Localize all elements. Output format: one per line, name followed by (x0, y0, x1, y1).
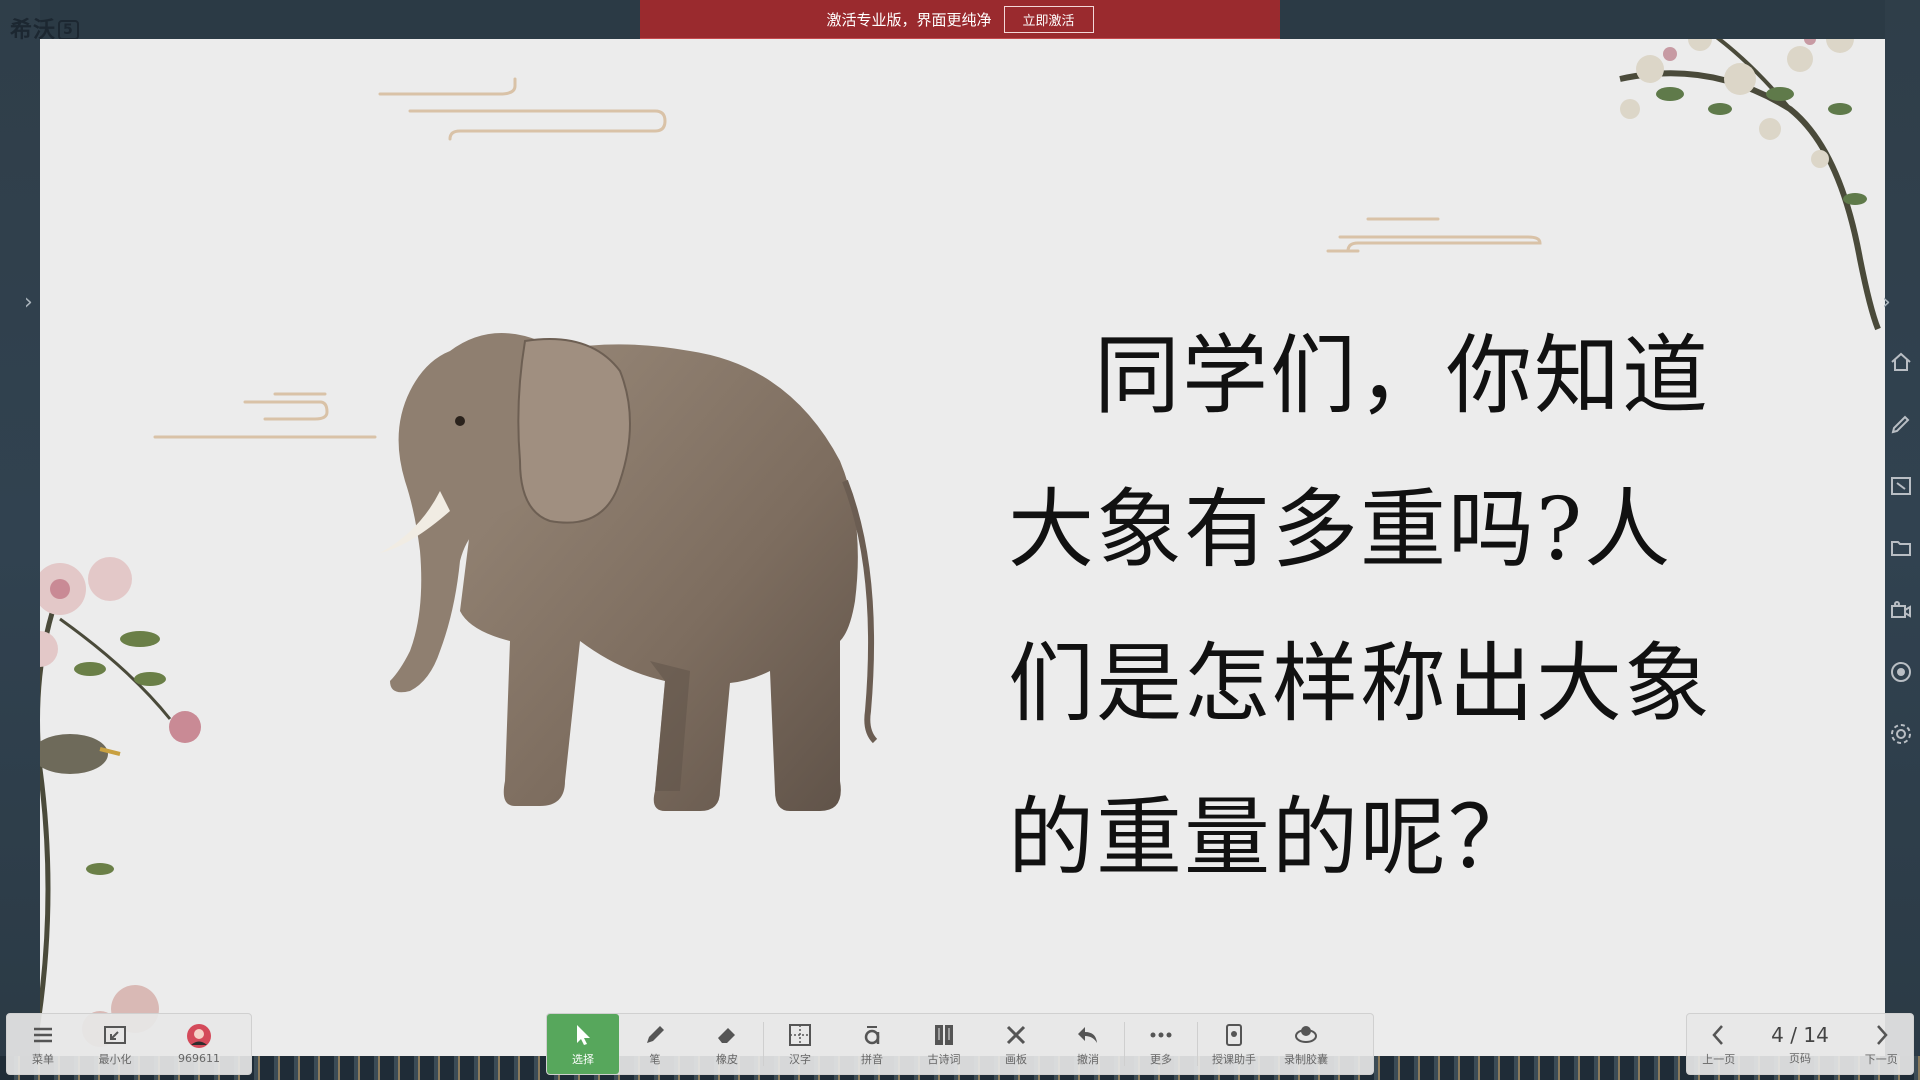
home-icon[interactable] (1889, 350, 1913, 374)
left-frame (0, 0, 40, 1080)
record-capsule-label: 录制胶囊 (1284, 1052, 1328, 1066)
user-account-button[interactable]: 969611 (151, 1014, 247, 1074)
screenshot-icon[interactable] (1889, 474, 1913, 498)
pinyin-icon (864, 1025, 880, 1044)
activate-button[interactable]: 立即激活 (1003, 5, 1094, 33)
flower-branch-decoration-right (1619, 39, 1881, 331)
cloud-decoration-top (378, 77, 667, 141)
next-page-label: 下一页 (1864, 1052, 1898, 1066)
menu-label: 菜单 (32, 1052, 54, 1066)
page-label: 页码 (1789, 1051, 1811, 1065)
elephant-illustration (380, 333, 878, 811)
record-capsule-icon (1295, 1025, 1317, 1043)
avatar (187, 1024, 211, 1048)
drawing-board-icon (1006, 1025, 1026, 1044)
prev-page-button[interactable]: 上一页 (1687, 1014, 1750, 1074)
user-id-label: 969611 (178, 1052, 220, 1065)
undo-label: 撤消 (1077, 1052, 1099, 1066)
pinyin-label: 拼音 (861, 1052, 883, 1066)
slide-text-line: 的重量的呢？ (1008, 788, 1536, 888)
more-button[interactable]: 更多 (1125, 1014, 1197, 1074)
slide-question-text: 同学们，你知道 大象有多重吗?人 们是怎样称出大象 的重量的呢？ (1008, 299, 1768, 915)
activate-banner: 激活专业版，界面更纯净 立即激活 (640, 0, 1280, 41)
record-capsule-button[interactable]: 录制胶囊 (1270, 1014, 1342, 1074)
flower-branch-decoration-left (40, 557, 201, 1047)
hanzi-label: 汉字 (789, 1052, 811, 1066)
menu-icon (34, 1027, 52, 1042)
aperture-icon[interactable] (1889, 660, 1913, 684)
next-page-button[interactable]: 下一页 (1850, 1014, 1913, 1074)
right-panel-expand-arrow[interactable]: › (1882, 290, 1891, 315)
undo-button[interactable]: 撤消 (1052, 1014, 1124, 1074)
bottom-toolbar: 菜单 最小化 969611 选择 笔 橡皮 汉字 拼音 古诗词 画板 撤消 更多… (0, 1013, 1920, 1075)
cloud-decoration-right (1326, 217, 1542, 253)
pen-label: 笔 (649, 1052, 661, 1066)
teaching-assistant-icon (1226, 1023, 1242, 1046)
cursor-icon (577, 1024, 590, 1045)
pinyin-tool-button[interactable]: 拼音 (836, 1014, 908, 1074)
slide-text-line: 同学们，你知道 (1094, 326, 1710, 426)
activate-message: 激活专业版，界面更纯净 (826, 10, 992, 29)
chevron-left-icon (1712, 1024, 1723, 1045)
toolbar-page-group: 上一页 4 / 14 页码 下一页 (1686, 1013, 1914, 1075)
left-panel-expand-arrow[interactable]: › (24, 290, 33, 315)
poetry-label: 古诗词 (927, 1052, 961, 1066)
folder-icon[interactable] (1889, 536, 1913, 560)
drawing-board-label: 画板 (1005, 1052, 1027, 1066)
undo-icon (1078, 1026, 1097, 1043)
poetry-tool-button[interactable]: 古诗词 (908, 1014, 980, 1074)
gear-icon[interactable] (1889, 722, 1913, 746)
chevron-right-icon (1877, 1024, 1888, 1045)
menu-button[interactable]: 菜单 (7, 1014, 79, 1074)
page-indicator[interactable]: 4 / 14 页码 (1750, 1014, 1849, 1074)
slide-text-line: 们是怎样称出大象 (1008, 634, 1712, 734)
pen-tool-button[interactable]: 笔 (619, 1014, 691, 1074)
slide-canvas: 同学们，你知道 大象有多重吗?人 们是怎样称出大象 的重量的呢？ (40, 39, 1885, 1056)
prev-page-label: 上一页 (1702, 1052, 1736, 1066)
eraser-label: 橡皮 (716, 1052, 738, 1066)
select-tool-button[interactable]: 选择 (547, 1014, 619, 1074)
teaching-assistant-label: 授课助手 (1212, 1052, 1256, 1066)
camera-icon[interactable] (1889, 598, 1913, 622)
minimize-icon (104, 1025, 126, 1044)
more-icon (1150, 1032, 1172, 1037)
edit-icon[interactable] (1889, 412, 1913, 436)
pen-icon (647, 1025, 664, 1043)
hanzi-tool-button[interactable]: 汉字 (764, 1014, 836, 1074)
minimize-button[interactable]: 最小化 (79, 1014, 151, 1074)
toolbar-center-group: 选择 笔 橡皮 汉字 拼音 古诗词 画板 撤消 更多 授课助手 录制胶囊 (546, 1013, 1374, 1075)
teaching-assistant-button[interactable]: 授课助手 (1198, 1014, 1270, 1074)
select-label: 选择 (572, 1052, 594, 1066)
more-label: 更多 (1150, 1052, 1172, 1066)
drawing-board-tool-button[interactable]: 画板 (980, 1014, 1052, 1074)
eraser-tool-button[interactable]: 橡皮 (691, 1014, 763, 1074)
eraser-icon (718, 1027, 735, 1043)
right-side-toolbar (1888, 350, 1914, 746)
hanzi-icon (789, 1023, 811, 1046)
toolbar-left-group: 菜单 最小化 969611 (6, 1013, 252, 1075)
page-number: 4 / 14 (1771, 1022, 1829, 1047)
slide-text-line: 大象有多重吗?人 (1008, 480, 1673, 580)
minimize-label: 最小化 (98, 1052, 132, 1066)
poetry-icon (935, 1024, 953, 1045)
